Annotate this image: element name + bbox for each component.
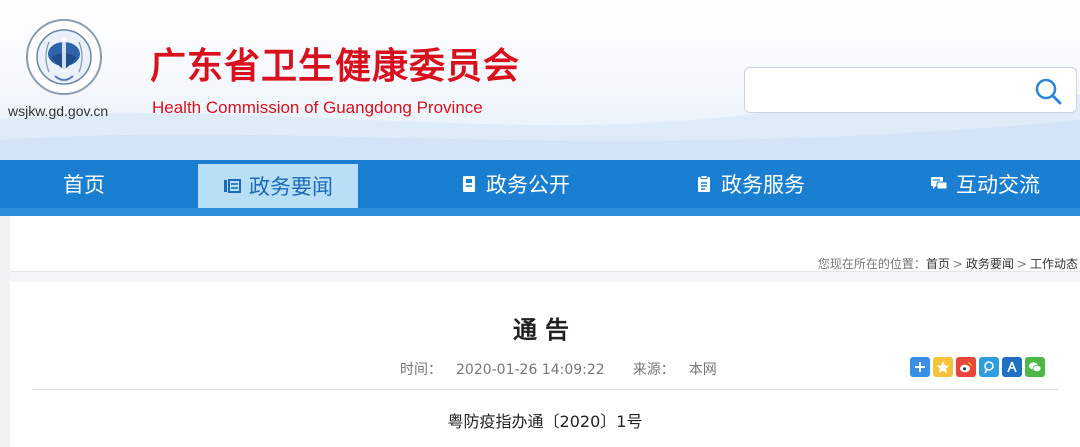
nav-label: 政务服务 — [721, 173, 805, 197]
breadcrumb-home[interactable]: 首页 — [926, 257, 950, 271]
time-label: 时间： — [400, 362, 442, 378]
health-commission-logo — [26, 19, 102, 95]
nav-label: 政务公开 — [486, 173, 570, 197]
nav-label: 政务要闻 — [249, 175, 333, 199]
search-input[interactable] — [744, 67, 1077, 113]
chat-icon — [931, 177, 948, 190]
article-meta: 时间： 2020-01-26 14:09:22 来源： 本网 — [400, 359, 745, 379]
renren-icon[interactable] — [1002, 357, 1022, 377]
breadcrumb-separator: > — [1016, 257, 1027, 271]
nav-underline — [0, 208, 1080, 216]
site-title[interactable]: 广东省卫生健康委员会 — [150, 45, 520, 89]
article-title: 通告 — [513, 316, 577, 344]
site-header: wsjkw.gd.gov.cn 广东省卫生健康委员会 Health Commis… — [0, 0, 1080, 160]
nav-public-affairs[interactable]: 政务公开 — [430, 160, 600, 208]
nav-interaction[interactable]: 互动交流 — [900, 160, 1070, 208]
source-value: 本网 — [688, 362, 717, 378]
site-subtitle: Health Commission of Guangdong Province — [152, 98, 483, 117]
time-value: 2020-01-26 14:09:22 — [456, 362, 605, 378]
qzone-icon[interactable] — [933, 357, 953, 377]
breadcrumb-separator: > — [952, 257, 963, 271]
share-bar — [910, 357, 1045, 377]
breadcrumb-bar: 您现在所在的位置：首页 > 政务要闻 > 工作动态 — [10, 216, 1080, 272]
document-icon — [463, 176, 475, 192]
article-divider — [32, 389, 1058, 390]
breadcrumb-work-updates[interactable]: 工作动态 — [1030, 257, 1078, 271]
site-domain: wsjkw.gd.gov.cn — [8, 103, 109, 119]
source-label: 来源： — [632, 362, 675, 378]
wechat-icon[interactable] — [1025, 357, 1045, 377]
content-area: 您现在所在的位置：首页 > 政务要闻 > 工作动态 通告 时间： 2020-01-26 1… — [10, 216, 1080, 447]
nav-news[interactable]: 政务要闻 — [198, 164, 358, 208]
news-icon — [224, 179, 241, 193]
clipboard-icon — [698, 175, 710, 192]
breadcrumb-news[interactable]: 政务要闻 — [966, 257, 1014, 271]
nav-home[interactable]: 首页 — [0, 160, 168, 208]
search-icon[interactable] — [1034, 77, 1062, 105]
document-number: 粤防疫指办通〔2020〕1号 — [447, 412, 643, 431]
publish-time: 时间： 2020-01-26 14:09:22 — [400, 362, 619, 378]
share-more-icon[interactable] — [910, 357, 930, 377]
weibo-icon[interactable] — [956, 357, 976, 377]
nav-services[interactable]: 政务服务 — [665, 160, 835, 208]
breadcrumb: 您现在所在的位置：首页 > 政务要闻 > 工作动态 — [818, 255, 1078, 272]
nav-label: 互动交流 — [956, 173, 1040, 197]
tencent-weibo-icon[interactable] — [979, 357, 999, 377]
article-source: 来源： 本网 — [633, 362, 731, 378]
nav-label: 首页 — [63, 173, 105, 197]
breadcrumb-prefix: 您现在所在的位置： — [817, 257, 926, 271]
article: 通告 时间： 2020-01-26 14:09:22 来源： 本网 粤防疫指办通… — [10, 282, 1080, 447]
main-navigation: 首页 政务要闻 政务公开 政务服务 互动交流 — [0, 160, 1080, 208]
